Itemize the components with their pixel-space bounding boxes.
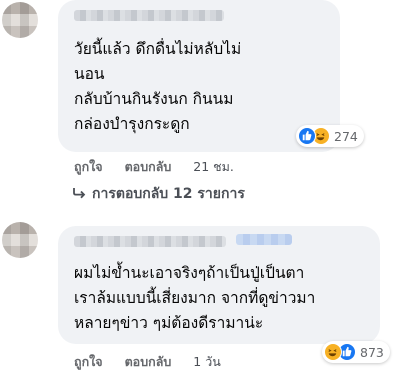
commenter-tag-redacted[interactable] [236,234,292,245]
comment-bubble: ผมไม่ข้ำนะเอาจริงๆถ้าเป็นปู่เป็นตา เราล้… [58,226,380,344]
comment-actions: ถูกใจ ตอบกลับ 21 ชม. [74,157,252,177]
reaction-count: 274 [334,128,358,144]
reply-link[interactable]: ตอบกลับ [125,354,172,369]
haha-icon [324,343,342,361]
like-link[interactable]: ถูกใจ [74,159,103,174]
comment-time[interactable]: 1 วัน [193,354,221,369]
commenter-name-redacted[interactable] [74,10,224,21]
reaction-summary[interactable]: 873 [322,341,390,363]
like-link[interactable]: ถูกใจ [74,354,103,369]
comment-line: เราล้มแบบนี้เสี่ยงมาก จากที่ดูข่าวมา [74,289,316,307]
view-replies-label: การตอบกลับ 12 รายการ [92,186,245,202]
comment-actions: ถูกใจ ตอบกลับ 1 วัน [74,352,239,372]
like-icon [298,127,316,145]
comment-line: นอน [74,65,105,83]
comment-line: กลับบ้านกินรังนก กินนม [74,90,234,108]
view-replies-link[interactable]: การตอบกลับ 12 รายการ [72,183,245,205]
commenter-avatar[interactable] [2,222,38,258]
commenter-name-redacted[interactable] [74,236,226,247]
comment-line: กล่องบำรุงกระดูก [74,115,190,133]
reply-link[interactable]: ตอบกลับ [125,159,172,174]
reply-arrow-icon [73,188,86,199]
reaction-summary[interactable]: 274 [296,125,364,147]
reaction-count: 873 [360,344,384,360]
comment-time[interactable]: 21 ชม. [193,159,234,174]
comment-line: วัยนี้แล้ว ดึกดื่นไม่หลับไม่ [74,40,242,58]
commenter-avatar[interactable] [2,2,38,38]
comment-line: หลายๆข่าว ๆม่ต้องดีรามาน่ะ [74,314,264,332]
comment-line: ผมไม่ข้ำนะเอาจริงๆถ้าเป็นปู่เป็นตา [74,264,305,282]
